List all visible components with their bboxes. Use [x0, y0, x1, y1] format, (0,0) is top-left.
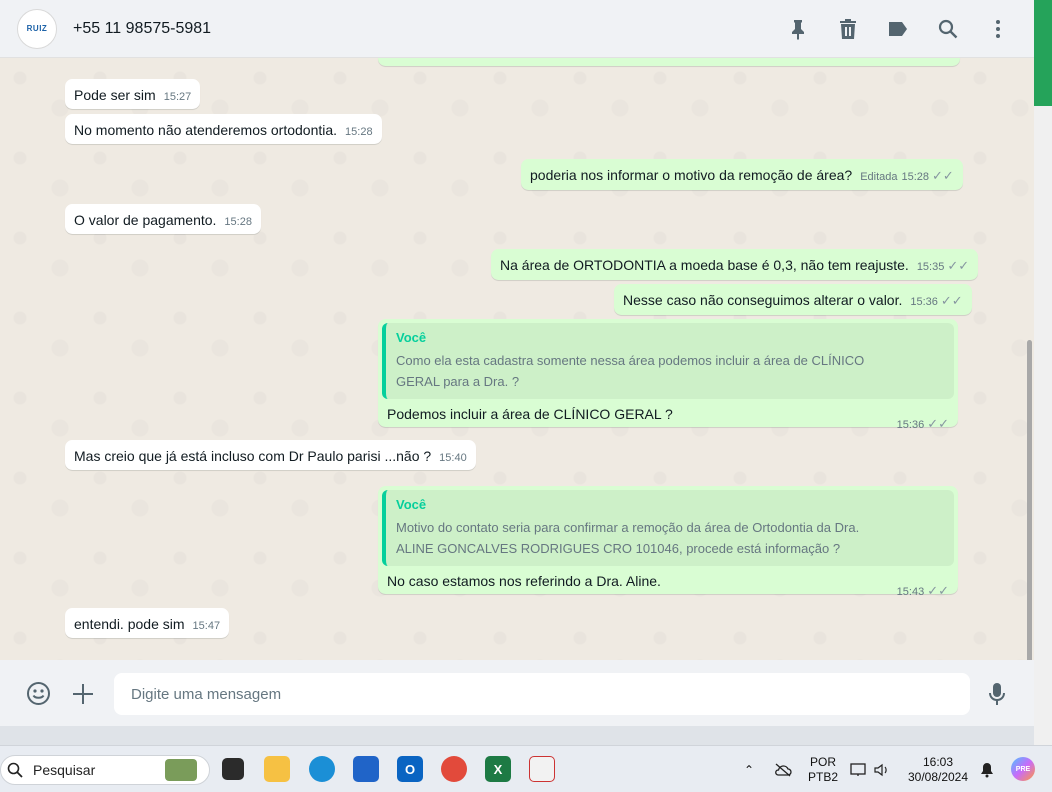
message-incoming[interactable]: O valor de pagamento. 15:28	[65, 204, 261, 234]
message-time: 15:28	[224, 216, 252, 228]
message-incoming[interactable]: Pode ser sim 15:27	[65, 79, 201, 109]
message-time: 15:36	[910, 296, 938, 308]
header-actions	[786, 0, 1010, 58]
message-text: poderia nos informar o motivo da remoção…	[530, 167, 853, 183]
outlook-icon[interactable]: O	[397, 756, 423, 782]
scrollbar-thumb[interactable]	[1027, 340, 1032, 660]
quote-author: Você	[396, 497, 427, 512]
attach-plus-icon[interactable]	[72, 683, 94, 710]
message-time: 15:43	[896, 586, 925, 598]
avatar[interactable]: RUIZ	[17, 8, 57, 49]
message-input-placeholder: Digite uma mensagem	[131, 685, 282, 703]
contact-name[interactable]: +55 11 98575-5981	[73, 20, 211, 38]
message-outgoing-reply[interactable]: Você Motivo do contato seria para confir…	[378, 486, 958, 598]
message-text: No caso estamos nos referindo a Dra. Ali…	[387, 573, 661, 589]
search-icon	[7, 762, 23, 778]
window-edge	[1034, 0, 1052, 745]
chat-header: RUIZ +55 11 98575-5981	[0, 0, 1034, 58]
language-code: POR	[809, 755, 836, 769]
message-incoming[interactable]: No momento não atenderemos ortodontia. 15…	[65, 114, 382, 144]
search-icon[interactable]	[936, 17, 960, 41]
clock-date: 30/08/2024	[907, 770, 969, 784]
taskbar: Pesquisar O X ⌃ POR PTB2 16:03 30/08/202…	[0, 745, 1052, 792]
microsoft-store-icon[interactable]	[353, 756, 379, 782]
message-input[interactable]: Digite uma mensagem	[114, 673, 970, 715]
notifications-icon[interactable]	[980, 746, 994, 792]
pin-icon[interactable]	[786, 17, 810, 41]
message-outgoing[interactable]: Nesse caso não conseguimos alterar o val…	[614, 284, 972, 315]
message-outgoing[interactable]: Na área de ORTODONTIA a moeda base é 0,3…	[491, 249, 979, 280]
keyboard-layout: PTB2	[807, 770, 838, 784]
copilot-icon[interactable]: PRE	[1011, 757, 1035, 781]
clock-time: 16:03	[922, 755, 954, 769]
message-text: Na área de ORTODONTIA a moeda base é 0,3…	[500, 257, 909, 273]
message-text: No momento não atenderemos ortodontia.	[74, 122, 338, 138]
double-check-icon: ✓✓	[940, 293, 963, 308]
message-text: Pode ser sim	[74, 87, 156, 103]
message-time: 15:36	[896, 419, 925, 431]
quote-text-line: Motivo do contato seria para confirmar a…	[396, 520, 860, 535]
message-time: 15:28	[345, 126, 373, 138]
menu-icon[interactable]	[986, 17, 1010, 41]
emoji-icon[interactable]	[26, 681, 51, 711]
quote-text-line: ALINE GONCALVES RODRIGUES CRO 101046, pr…	[396, 541, 841, 556]
message-bubble-partial	[378, 58, 960, 66]
label-icon[interactable]	[886, 17, 910, 41]
task-view-icon[interactable]	[222, 758, 244, 780]
message-outgoing-reply[interactable]: Você Como ela esta cadastra somente ness…	[378, 319, 958, 431]
message-text: entendi. pode sim	[74, 616, 185, 632]
message-time: 15:27	[163, 91, 192, 103]
double-check-icon: ✓✓	[947, 258, 970, 273]
excel-icon[interactable]: X	[485, 756, 511, 782]
message-time: 15:28	[901, 171, 930, 183]
message-incoming[interactable]: Mas creio que já está incluso com Dr Pau…	[65, 440, 476, 470]
quote-text-line: GERAL para a Dra. ?	[396, 374, 520, 389]
chrome-icon[interactable]	[441, 756, 467, 782]
taskbar-search-label: Pesquisar	[33, 762, 96, 778]
desktop-gap	[0, 726, 1034, 745]
avatar-logo: RUIZ	[26, 24, 48, 33]
message-text: Podemos incluir a área de CLÍNICO GERAL …	[387, 406, 673, 422]
taskbar-search[interactable]: Pesquisar	[0, 755, 210, 785]
window-edge-accent	[1034, 0, 1052, 106]
quote-text-line: Como ela esta cadastra somente nessa áre…	[396, 353, 865, 368]
file-explorer-icon[interactable]	[264, 756, 290, 782]
search-highlight-icon	[165, 759, 197, 781]
quoted-message[interactable]: Você Motivo do contato seria para confir…	[382, 490, 954, 566]
message-time: 15:47	[192, 620, 221, 632]
message-outgoing[interactable]: poderia nos informar o motivo da remoção…	[521, 159, 963, 190]
compose-bar: Digite uma mensagem	[0, 660, 1034, 726]
snipping-tool-icon[interactable]	[529, 756, 555, 782]
message-text: Nesse caso não conseguimos alterar o val…	[623, 292, 903, 308]
edge-browser-icon[interactable]	[309, 756, 335, 782]
tray-chevron-icon[interactable]: ⌃	[744, 746, 754, 792]
message-incoming[interactable]: entendi. pode sim 15:47	[65, 608, 230, 638]
quote-author: Você	[396, 330, 427, 345]
message-text: Mas creio que já está incluso com Dr Pau…	[74, 448, 432, 464]
volume-icon[interactable]	[874, 746, 890, 792]
quoted-message[interactable]: Você Como ela esta cadastra somente ness…	[382, 323, 954, 399]
message-time: 15:40	[439, 452, 467, 464]
network-icon[interactable]	[850, 746, 868, 792]
system-clock[interactable]: 16:03 30/08/2024	[904, 755, 972, 785]
delete-icon[interactable]	[836, 17, 860, 41]
onedrive-off-icon[interactable]	[774, 746, 792, 792]
chat-scrollbar[interactable]	[1027, 124, 1032, 660]
chat-area[interactable]: Pode ser sim 15:27 No momento não atender…	[0, 58, 1034, 660]
double-check-icon: ✓✓	[932, 168, 954, 183]
double-check-icon: ✓✓	[927, 583, 949, 598]
message-time: 15:35	[916, 261, 945, 273]
microphone-icon[interactable]	[988, 682, 1006, 711]
double-check-icon: ✓✓	[927, 416, 949, 431]
whatsapp-window: RUIZ +55 11 98575-5981 Pode ser sim 15:2…	[0, 0, 1034, 726]
edited-label: Editada	[860, 171, 898, 183]
message-text: O valor de pagamento.	[74, 212, 217, 228]
language-indicator[interactable]: POR PTB2	[806, 755, 840, 785]
